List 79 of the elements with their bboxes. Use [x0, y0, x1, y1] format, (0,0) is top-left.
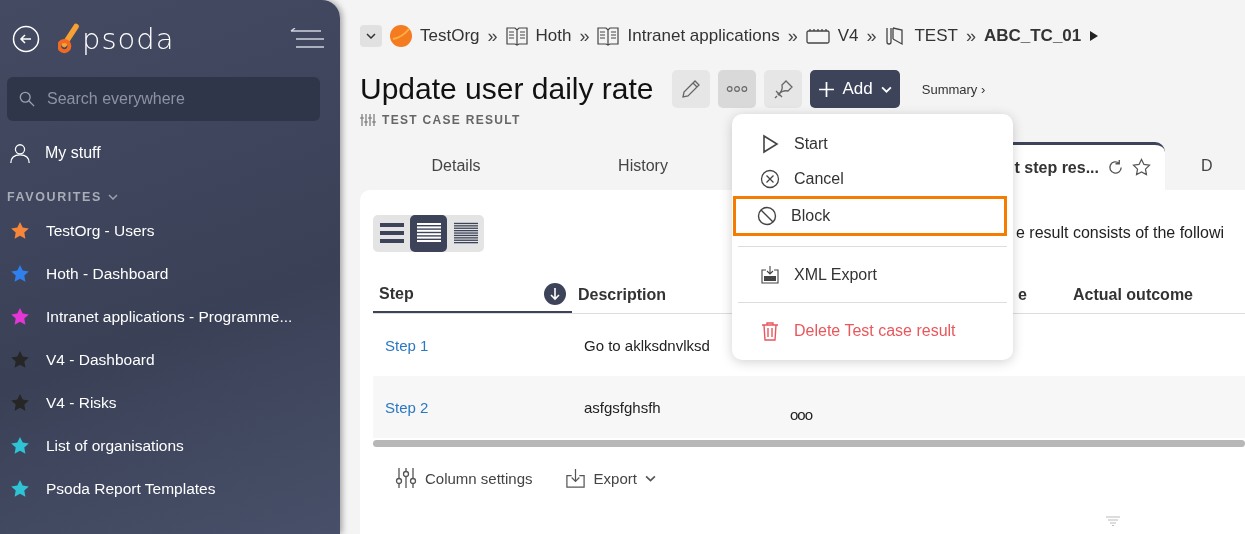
favourite-link[interactable]: V4 - Dashboard: [46, 350, 155, 369]
my-stuff-link[interactable]: My stuff: [45, 144, 101, 162]
menu-item[interactable]: Delete Test case result: [738, 313, 1007, 348]
file-download-icon: [760, 264, 780, 285]
rows-icon: [453, 222, 478, 244]
breadcrumb-link[interactable]: Intranet applications: [627, 26, 780, 46]
chevron-down-icon: [644, 474, 656, 482]
download-icon: [564, 467, 586, 489]
edit-button[interactable]: [671, 70, 710, 108]
favourite-link[interactable]: V4 - Risks: [46, 393, 117, 412]
menu-item[interactable]: Block: [733, 196, 1007, 236]
menu-icon[interactable]: [290, 28, 324, 50]
more-button[interactable]: [717, 70, 756, 108]
play-icon[interactable]: [1089, 30, 1100, 42]
tab[interactable]: Details: [360, 142, 552, 190]
sliders-icon: [395, 467, 417, 489]
board-icon: [805, 28, 830, 44]
sort-down-icon[interactable]: [544, 282, 566, 305]
tab[interactable]: D: [1165, 142, 1245, 190]
favourite-link[interactable]: List of organisations: [46, 436, 184, 455]
breadcrumb-separator: »: [965, 25, 976, 47]
column-settings-button[interactable]: Column settings: [395, 467, 533, 489]
dropdown-button[interactable]: [360, 25, 382, 47]
step-link[interactable]: Step 2: [385, 398, 429, 416]
play-outline-icon: [760, 133, 780, 154]
page-subtitle: TEST CASE RESULT: [382, 113, 521, 127]
chevron-down-icon: [366, 33, 376, 39]
table-cell: ooo: [790, 405, 813, 423]
circle-x-icon: [760, 168, 780, 189]
rows-icon: [379, 222, 404, 244]
more-icon: [725, 85, 748, 93]
breadcrumb-separator: »: [579, 25, 590, 47]
breadcrumb-link[interactable]: Hoth: [535, 26, 572, 46]
breadcrumb-link[interactable]: TestOrg: [420, 26, 480, 46]
pencil-icon: [679, 78, 702, 100]
breadcrumb-link[interactable]: ABC_TC_01: [983, 26, 1082, 46]
resize-handle-icon[interactable]: [1105, 516, 1121, 526]
search-icon: [19, 91, 35, 107]
chevron-down-icon: [880, 85, 892, 93]
favourites-heading: FAVOURITES: [7, 190, 102, 204]
block-icon: [757, 206, 777, 226]
breadcrumb-link[interactable]: V4: [837, 26, 859, 46]
bell-button[interactable]: [763, 70, 802, 108]
step-link[interactable]: Step 1: [385, 336, 429, 354]
favourite-link[interactable]: Hoth - Dashboard: [46, 264, 169, 283]
breadcrumb-separator: »: [787, 25, 798, 47]
trash-icon: [760, 320, 780, 341]
add-button[interactable]: Add: [809, 70, 900, 108]
search-field[interactable]: Search everywhere: [7, 77, 320, 121]
rows-icon: [416, 222, 441, 244]
column-header[interactable]: Actual outcome: [1067, 276, 1245, 313]
table-cell: asfgsfghsfh: [584, 398, 661, 416]
medium-rows-button[interactable]: [410, 214, 447, 252]
breadcrumb-separator: »: [487, 25, 498, 47]
favourite-link[interactable]: Psoda Report Templates: [46, 479, 216, 498]
scrollbar[interactable]: [373, 440, 1245, 447]
org-logo-icon: [390, 25, 412, 47]
summary-link[interactable]: Summary ›: [921, 81, 986, 97]
column-header[interactable]: Step: [373, 276, 572, 313]
user-icon: [9, 142, 31, 164]
book-icon: [505, 26, 528, 46]
menu-item[interactable]: XML Export: [738, 257, 1007, 292]
table-cell: Go to aklksdnvlksd: [584, 336, 710, 354]
back-icon[interactable]: [12, 25, 40, 53]
tab[interactable]: History: [552, 142, 734, 190]
refresh-icon[interactable]: [1107, 159, 1124, 176]
favourite-link[interactable]: TestOrg - Users: [46, 221, 155, 240]
sliders-icon: [360, 114, 376, 126]
breadcrumb-link[interactable]: TEST: [914, 26, 958, 46]
export-button[interactable]: Export: [564, 467, 656, 489]
page-title: Update user daily rate: [360, 72, 654, 106]
favourite-link[interactable]: Intranet applications - Programme...: [46, 307, 293, 326]
chevron-down-icon[interactable]: [107, 194, 118, 200]
star-outline-icon[interactable]: [1132, 158, 1151, 177]
breadcrumb-separator: »: [866, 25, 877, 47]
logo-text: psoda: [82, 22, 175, 56]
plus-icon: [817, 80, 835, 98]
intro-text: e result consists of the followi: [1016, 224, 1225, 242]
book-icon: [597, 26, 620, 46]
